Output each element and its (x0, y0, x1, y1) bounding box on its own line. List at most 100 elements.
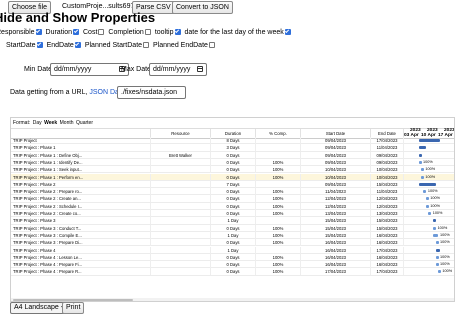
checkbox[interactable] (73, 29, 79, 35)
table-row[interactable]: TRIP Project : Phase 1 : Perform en... 0 … (11, 173, 454, 181)
table-row[interactable]: TRIP Project 8 Days 09/04/2023 17/04/2023 (11, 137, 454, 145)
cell-comp: 100% (256, 253, 301, 261)
property-option[interactable]: date for the last day of the week (185, 29, 292, 36)
table-row[interactable]: TRIP Project : Phase 3 : Prepare Di... 0 … (11, 239, 454, 247)
convert-json-button[interactable]: Convert to JSON (172, 1, 233, 14)
max-date-input[interactable]: dd/mm/yyyy (149, 63, 207, 76)
checkbox[interactable] (143, 42, 150, 48)
print-button[interactable]: Print (62, 302, 85, 314)
format-option-day[interactable]: Day (33, 120, 42, 126)
property-option-label: tooltip (154, 29, 174, 36)
task-bar[interactable] (425, 204, 429, 208)
json-url-input[interactable]: ./fixes/nsdata.json (117, 86, 186, 99)
table-row[interactable]: TRIP Project : Phase 2 : Prepare ro... 0 … (11, 188, 454, 196)
task-bar[interactable] (418, 182, 436, 186)
task-bar[interactable] (425, 197, 429, 201)
cell-start: 09/04/2023 (301, 137, 371, 144)
cell-start: 16/04/2023 (301, 239, 371, 247)
cell-start: 15/04/2023 (301, 231, 371, 239)
cell-duration: 1 Day (211, 246, 256, 254)
paper-size-select[interactable]: A4 Landscape (10, 302, 69, 314)
cell-start: 10/04/2023 (301, 166, 371, 174)
table-row[interactable]: TRIP Project : Phase 2 : Schedule I... 0 … (11, 202, 454, 210)
cell-name: TRIP Project : Phase 3 : Prepare Di... (11, 239, 151, 247)
property-option-label: Planned EndDate (153, 42, 208, 49)
url-row-text: Data getting from a URL, (10, 89, 88, 96)
table-row[interactable]: TRIP Project : Phase 1 : Seek input... 0 … (11, 166, 454, 174)
table-row[interactable]: TRIP Project : Phase 2 7 Days 09/04/2023 15… (11, 180, 454, 189)
cell-duration: 0 Days (211, 173, 256, 181)
task-bar-percent: 100% (440, 240, 450, 245)
task-bar[interactable] (433, 219, 437, 223)
cell-start: 17/04/2023 (301, 268, 371, 276)
property-option[interactable]: Planned StartDate (85, 42, 150, 49)
table-row[interactable]: TRIP Project : Phase 1 : Define Obj... Br… (11, 151, 454, 159)
table-row[interactable]: TRIP Project : Phase 2 : Create an... 0 D… (11, 195, 454, 203)
checkbox[interactable] (98, 29, 105, 35)
cell-start: 15/04/2023 (301, 224, 371, 232)
property-option[interactable]: Duration (46, 29, 80, 36)
checkbox[interactable] (284, 29, 291, 35)
property-option[interactable]: Cost (83, 29, 105, 36)
cell-resource: Brett Walker (151, 151, 211, 159)
cell-name: TRIP Project : Phase 2 (11, 180, 151, 188)
cell-comp: 100% (256, 195, 301, 203)
scrollbar-thumb[interactable] (13, 298, 133, 301)
cell-name: TRIP Project : Phase 2 : Prepare ro... (11, 188, 151, 196)
property-option[interactable]: EndDate (47, 42, 82, 49)
table-row[interactable]: TRIP Project : Phase 3 : Conduct T... 0 D… (11, 224, 454, 232)
cell-comp (256, 137, 301, 144)
task-bar[interactable] (433, 226, 437, 230)
format-option-quarter[interactable]: Quarter (76, 120, 93, 126)
task-bar[interactable] (421, 175, 424, 179)
property-option[interactable]: Completion (108, 29, 151, 36)
cell-comp: 100% (256, 231, 301, 239)
cell-end: 16/04/2023 (371, 239, 404, 247)
format-option-week[interactable]: Week (44, 120, 57, 126)
format-option-month[interactable]: Month (60, 120, 74, 126)
checkbox[interactable] (144, 29, 151, 35)
table-row[interactable]: TRIP Project : Phase 2 : Create co... 0 D… (11, 210, 454, 218)
table-row[interactable]: TRIP Project : Phase 4 : Prepare Fi... 0 … (11, 261, 454, 269)
task-bar[interactable] (418, 153, 422, 157)
checkbox[interactable] (74, 42, 81, 48)
task-bar[interactable] (428, 212, 432, 215)
property-option-label: Planned StartDate (84, 42, 143, 49)
table-row[interactable]: TRIP Project : Phase 3 1 Day 15/04/2023 15/… (11, 217, 454, 225)
task-bar[interactable] (423, 190, 427, 194)
min-date-input[interactable]: dd/mm/yyyy (50, 63, 129, 76)
task-bar[interactable] (418, 146, 426, 150)
property-option[interactable]: Responsible (0, 29, 43, 36)
checkbox[interactable] (36, 42, 43, 48)
checkbox[interactable] (174, 29, 181, 35)
cell-name: TRIP Project : Phase 4 : Prepare R... (11, 268, 151, 276)
property-option-label: StartDate (6, 42, 36, 49)
table-row[interactable]: TRIP Project : Phase 1 3 Days 09/04/2023 11… (11, 144, 454, 152)
task-bar[interactable] (438, 270, 441, 274)
property-option[interactable]: StartDate (6, 42, 44, 49)
horizontal-scrollbar[interactable] (11, 298, 454, 301)
table-row[interactable]: TRIP Project : Phase 3 : Compile E... 1 D… (11, 231, 454, 240)
task-bar[interactable] (435, 248, 441, 252)
table-row[interactable]: TRIP Project : Phase 4 1 Day 16/04/2023 17/… (11, 246, 454, 254)
cell-start: 10/04/2023 (301, 173, 371, 181)
property-option[interactable]: Planned EndDate (153, 42, 216, 49)
property-option[interactable]: tooltip (155, 29, 182, 36)
cell-end: 09/04/2023 (371, 151, 404, 159)
cell-comp: 100% (256, 202, 301, 210)
task-bar[interactable] (421, 168, 424, 172)
cell-resource (151, 195, 211, 203)
calendar-icon[interactable] (197, 66, 203, 72)
checkbox[interactable] (208, 42, 215, 48)
task-bar[interactable] (435, 263, 439, 267)
table-row[interactable]: TRIP Project : Phase 4 : Lesson Le... 0 D… (11, 253, 454, 262)
task-bar[interactable] (418, 160, 422, 164)
task-bar[interactable] (433, 233, 438, 237)
checkbox[interactable] (35, 29, 42, 35)
task-bar[interactable] (435, 241, 439, 245)
task-bar[interactable] (418, 139, 441, 142)
property-option-label: Duration (45, 29, 72, 36)
table-row[interactable]: TRIP Project : Phase 1 : Identify De... 0… (11, 158, 454, 167)
task-bar[interactable] (435, 255, 439, 259)
table-row[interactable]: TRIP Project : Phase 4 : Prepare R... 0 D… (11, 268, 454, 276)
